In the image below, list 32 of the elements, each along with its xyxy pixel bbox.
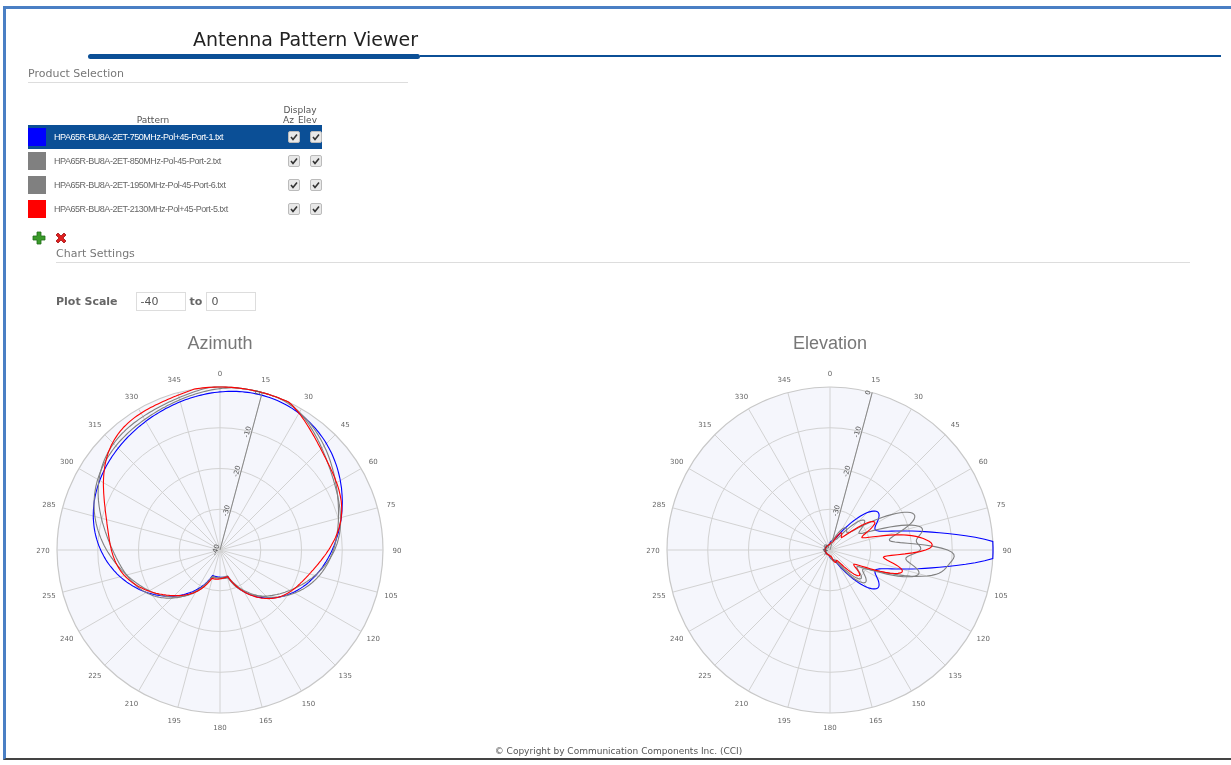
- input-field[interactable]: -40: [135, 292, 186, 311]
- pattern-name: HPA65R-BU8A-2ET-850MHz-Pol-45-Port-2.txt: [54, 156, 222, 166]
- page-title: Antenna Pattern Viewer: [193, 28, 419, 50]
- pattern-row[interactable]: HPA65R-BU8A-2ET-850MHz-Pol-45-Port-2.txt: [28, 149, 322, 173]
- pattern-row[interactable]: HPA65R-BU8A-2ET-1950MHz-Pol-45-Port-6.txt: [28, 173, 322, 197]
- column-header: Pattern: [135, 115, 171, 125]
- checkbox[interactable]: [310, 155, 322, 167]
- field-label: to: [189, 295, 203, 308]
- field-label: Plot Scale: [56, 295, 118, 308]
- checkbox[interactable]: [310, 131, 322, 143]
- checkbox[interactable]: [310, 203, 322, 215]
- pattern-name: HPA65R-BU8A-2ET-750MHz-Pol+45-Port-1.txt: [54, 132, 225, 142]
- chart-title: Azimuth: [187, 333, 253, 354]
- checkbox[interactable]: [288, 131, 300, 143]
- pattern-name: HPA65R-BU8A-2ET-2130MHz-Pol+45-Port-5.txt: [54, 204, 229, 214]
- delete-icon[interactable]: [54, 231, 68, 245]
- pattern-row[interactable]: HPA65R-BU8A-2ET-2130MHz-Pol+45-Port-5.txt: [28, 197, 322, 221]
- checkbox[interactable]: [288, 179, 300, 191]
- chart-title: Elevation: [792, 333, 868, 354]
- checkbox[interactable]: [310, 179, 322, 191]
- pattern-row[interactable]: HPA65R-BU8A-2ET-750MHz-Pol+45-Port-1.txt: [28, 125, 322, 149]
- section-heading: Chart Settings: [56, 247, 135, 260]
- column-header: Az: [283, 115, 294, 125]
- add-icon[interactable]: [32, 231, 46, 245]
- column-header: Display: [283, 105, 317, 115]
- column-header: Elev: [297, 115, 317, 125]
- copyright-text: © Copyright by Communication Components Inc. (CCI): [494, 746, 743, 756]
- pattern-name: HPA65R-BU8A-2ET-1950MHz-Pol-45-Port-6.txt: [54, 180, 227, 190]
- section-heading: Product Selection: [28, 67, 124, 80]
- checkbox[interactable]: [288, 155, 300, 167]
- input-field[interactable]: 0: [206, 292, 257, 311]
- checkbox[interactable]: [288, 203, 300, 215]
